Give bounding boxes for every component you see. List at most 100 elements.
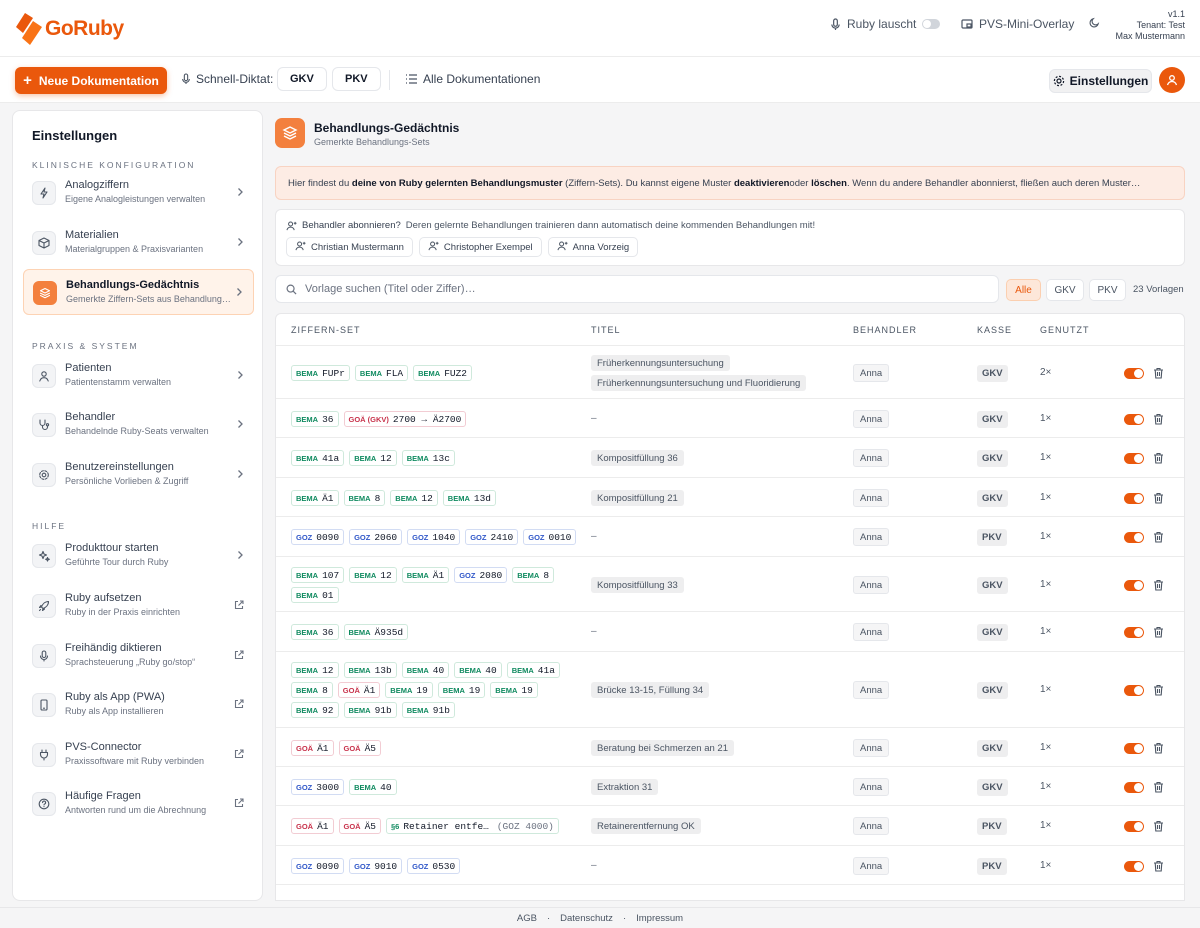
filter-gkv-button[interactable]: GKV [1046, 279, 1084, 301]
pvs-mini-overlay-button[interactable]: PVS-Mini-Overlay [961, 17, 1074, 31]
subscribe-behandler-chip[interactable]: Anna Vorzeig [547, 237, 639, 257]
sidebar-item-behandlungs-gedächtnis[interactable]: Behandlungs-Gedächtnis Gemerkte Ziffern-S… [23, 269, 254, 315]
filter-pkv-button[interactable]: PKV [1089, 279, 1126, 301]
active-toggle[interactable] [1124, 627, 1144, 638]
user-avatar-button[interactable] [1159, 67, 1185, 93]
trash-icon[interactable] [1153, 413, 1164, 425]
trash-icon[interactable] [1153, 531, 1164, 543]
new-documentation-button[interactable]: + Neue Dokumentation [15, 67, 167, 94]
code-system: BEMA [348, 493, 371, 503]
active-toggle[interactable] [1124, 368, 1144, 379]
code-value: FLA [386, 367, 404, 379]
code-value: 12 [380, 569, 392, 581]
app-logo[interactable]: GoRuby [15, 12, 124, 46]
active-toggle[interactable] [1124, 493, 1144, 504]
behandler-badge: Anna [853, 576, 890, 594]
sidebar-item-produkttour-starten[interactable]: Produkttour starten Geführte Tour durch R… [23, 533, 254, 579]
code-system: BEMA [296, 368, 319, 378]
sidebar-item-benutzereinstellungen[interactable]: Benutzereinstellungen Persönliche Vorlieb… [23, 452, 254, 498]
trash-icon[interactable] [1153, 742, 1164, 754]
sidebar-item-description: Praxissoftware mit Ruby verbinden [65, 756, 205, 766]
trash-icon[interactable] [1153, 860, 1164, 872]
footer-link-impressum[interactable]: Impressum [636, 913, 683, 924]
trash-icon[interactable] [1153, 579, 1164, 591]
footer-link-agb[interactable]: AGB [517, 913, 537, 924]
active-toggle[interactable] [1124, 532, 1144, 543]
quick-dictate-pkv[interactable]: PKV [332, 67, 381, 91]
title-tag: Brücke 13-15, Füllung 34 [591, 682, 710, 698]
sidebar-item-ruby-aufsetzen[interactable]: Ruby aufsetzen Ruby in der Praxis einrich… [23, 583, 254, 629]
code-chip: GOÄ Ä5 [338, 740, 381, 756]
subscribe-behandler-chip[interactable]: Christopher Exempel [418, 237, 542, 257]
external-link-icon [234, 797, 244, 811]
all-documentations-link[interactable]: Alle Dokumentationen [406, 67, 540, 91]
active-toggle[interactable] [1124, 685, 1144, 696]
kasse-badge: GKV [977, 411, 1008, 428]
ruby-listen-toggle[interactable]: Ruby lauscht [830, 17, 941, 31]
ziffern-set: BEMA FUPr BEMA FLA BEMA FUZ2 [291, 365, 581, 381]
settings-button[interactable]: Einstellungen [1049, 69, 1152, 93]
subscribe-behandler-chip[interactable]: Christian Mustermann [286, 237, 413, 257]
trash-icon[interactable] [1153, 452, 1164, 464]
search-input[interactable] [305, 283, 905, 295]
template-search[interactable] [275, 275, 999, 303]
kasse-badge: GKV [977, 577, 1008, 594]
code-chip: BEMA 36 [291, 411, 339, 427]
code-chip: BEMA 19 [490, 682, 538, 698]
code-system: BEMA [517, 570, 540, 580]
code-chip: BEMA 13c [401, 450, 455, 466]
code-system: BEMA [359, 368, 382, 378]
code-extra: (GOZ 4000) [496, 820, 554, 832]
table-row: BEMA 41a BEMA 12 BEMA 13c Kompositfüllung 36 An… [276, 438, 1184, 478]
theme-toggle-button[interactable] [1089, 17, 1100, 28]
active-toggle[interactable] [1124, 861, 1144, 872]
behandler-badge: Anna [853, 681, 890, 699]
active-toggle[interactable] [1124, 743, 1144, 754]
user-plus-icon [428, 240, 439, 254]
usage-count: 1× [1040, 492, 1052, 503]
quick-dictate-pkv-button[interactable]: PKV [332, 67, 381, 91]
active-toggle[interactable] [1124, 782, 1144, 793]
code-system: BEMA [296, 570, 319, 580]
trash-icon[interactable] [1153, 820, 1164, 832]
chevron-right-icon [236, 549, 244, 563]
subscribe-line: Behandler abonnieren? Deren gelernte Beh… [286, 220, 815, 231]
sidebar-item-analogziffern[interactable]: Analogziffern Eigene Analogleistungen ver… [23, 170, 254, 216]
code-chip: BEMA 41a [291, 450, 345, 466]
column-header-behandler: BEHANDLER [853, 325, 918, 335]
sidebar-item-häufige-fragen[interactable]: Häufige Fragen Antworten rund um die Abre… [23, 781, 254, 827]
quick-dictate-label: Schnell-Diktat: [196, 72, 274, 86]
table-row: BEMA 36 GOÄ (GKV) 2700 → Ä2700– Anna GKV 1× [276, 399, 1184, 438]
ziffern-set: BEMA 36 GOÄ (GKV) 2700 → Ä2700 [291, 411, 581, 427]
trash-icon[interactable] [1153, 492, 1164, 504]
trash-icon[interactable] [1153, 367, 1164, 379]
sidebar-item-pvs-connector[interactable]: PVS-Connector Praxissoftware mit Ruby ver… [23, 732, 254, 778]
trash-icon[interactable] [1153, 781, 1164, 793]
sidebar-item-behandler[interactable]: Behandler Behandelnde Ruby-Seats verwalte… [23, 402, 254, 448]
active-toggle[interactable] [1124, 580, 1144, 591]
quick-dictate-gkv-button[interactable]: GKV [277, 67, 327, 91]
sidebar-item-freihändig-diktieren[interactable]: Freihändig diktieren Sprachsteuerung „Rub… [23, 633, 254, 679]
sidebar-item-materialien[interactable]: Materialien Materialgruppen & Praxisvaria… [23, 220, 254, 266]
quick-dictate-gkv[interactable]: GKV [277, 67, 327, 91]
filter-all-button[interactable]: Alle [1006, 279, 1041, 301]
code-system: BEMA [442, 685, 465, 695]
footer-link-datenschutz[interactable]: Datenschutz [560, 913, 613, 924]
code-chip: GOZ 2080 [454, 567, 508, 583]
code-value: 19 [521, 684, 533, 696]
ruby-listen-switch[interactable] [922, 19, 941, 29]
sidebar-item-label: Produkttour starten [65, 542, 159, 554]
active-toggle[interactable] [1124, 821, 1144, 832]
trash-icon[interactable] [1153, 626, 1164, 638]
user-icon [32, 364, 56, 388]
active-toggle[interactable] [1124, 414, 1144, 425]
behandler-badge: Anna [853, 410, 890, 428]
trash-icon[interactable] [1153, 684, 1164, 696]
sidebar-item-ruby-als-app-pwa[interactable]: Ruby als App (PWA) Ruby als App installie… [23, 682, 254, 728]
code-value: 36 [322, 413, 334, 425]
active-toggle[interactable] [1124, 453, 1144, 464]
kasse-badge: PKV [977, 818, 1007, 835]
title-tag: Retainerentfernung OK [591, 818, 701, 834]
sidebar-item-patienten[interactable]: Patienten Patientenstamm verwalten [23, 353, 254, 399]
bolt-icon [32, 181, 56, 205]
